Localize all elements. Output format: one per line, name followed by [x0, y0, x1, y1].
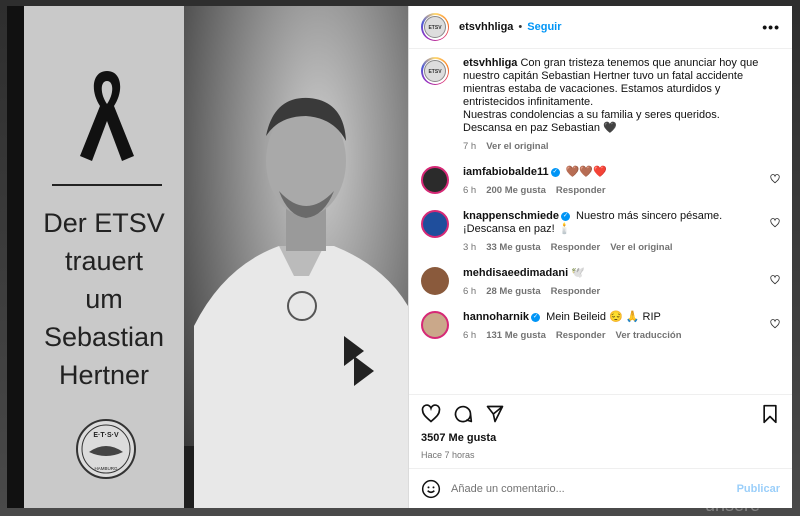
comment-item: hannoharnik ✓ Mein Beileid 😔 🙏 RIP 6 h 13… — [421, 311, 780, 341]
post-caption: ETSV etsvhhliga Con gran tristeza tenemo… — [421, 57, 780, 152]
banner-text: Der ETSV trauert um Sebastian Hertner — [43, 208, 165, 390]
comment-text: 🤎🤎❤️ — [565, 166, 607, 178]
comment-time[interactable]: 6 h — [463, 286, 476, 297]
post-image[interactable]: Der ETSV trauert um Sebastian Hertner E·… — [7, 6, 408, 508]
caption-avatar[interactable]: ETSV — [421, 57, 449, 85]
comment-time[interactable]: 6 h — [463, 185, 476, 196]
verified-badge-icon: ✓ — [550, 167, 560, 177]
publish-button[interactable]: Publicar — [737, 483, 780, 495]
comment-avatar[interactable] — [421, 311, 449, 339]
post-panel: ETSV etsvhhliga • Seguir ••• ETSV etsvhh… — [408, 6, 792, 508]
post-likes[interactable]: 3507 Me gusta — [409, 432, 792, 446]
comment-username[interactable]: mehdisaeedimadani — [463, 267, 568, 279]
see-translation-link[interactable]: Ver traducción — [616, 330, 682, 341]
comment-time[interactable]: 3 h — [463, 242, 476, 253]
see-original-link[interactable]: Ver el original — [610, 242, 672, 253]
reply-button[interactable]: Responder — [551, 242, 601, 253]
svg-text:E·T·S·V: E·T·S·V — [93, 432, 119, 439]
see-original-link[interactable]: Ver el original — [486, 141, 548, 152]
post-header: ETSV etsvhhliga • Seguir ••• — [409, 6, 792, 49]
like-comment-icon[interactable] — [770, 319, 780, 329]
comment-likes[interactable]: 33 Me gusta — [486, 242, 540, 253]
comment-icon[interactable] — [453, 404, 473, 424]
more-options-icon[interactable]: ••• — [762, 19, 780, 35]
reply-button[interactable]: Responder — [551, 286, 601, 297]
caption-text-2: Nuestras condolencias a su familia y ser… — [463, 109, 720, 134]
club-logo-icon: E·T·S·V HAMBURG — [76, 419, 136, 479]
comment-username[interactable]: knappenschmiede — [463, 210, 559, 222]
comment-avatar[interactable] — [421, 166, 449, 194]
comment-item: mehdisaeedimadani 🕊️ 6 h 28 Me gusta Res… — [421, 267, 780, 297]
reply-button[interactable]: Responder — [556, 185, 606, 196]
caption-time[interactable]: 7 h — [463, 141, 476, 152]
comment-likes[interactable]: 200 Me gusta — [486, 185, 546, 196]
bookmark-icon[interactable] — [760, 404, 780, 424]
comment-avatar[interactable] — [421, 210, 449, 238]
comment-text: Mein Beileid 😔 🙏 RIP — [546, 311, 661, 323]
verified-badge-icon: ✓ — [560, 211, 570, 221]
like-comment-icon[interactable] — [770, 174, 780, 184]
reply-button[interactable]: Responder — [556, 330, 606, 341]
club-logo-icon: ETSV — [424, 60, 446, 82]
memorial-banner: Der ETSV trauert um Sebastian Hertner E·… — [24, 6, 184, 508]
caption-username[interactable]: etsvhhliga — [463, 57, 517, 69]
share-icon[interactable] — [485, 404, 505, 424]
like-comment-icon[interactable] — [770, 275, 780, 285]
comment-text: 🕊️ — [571, 267, 585, 279]
add-comment-bar: Publicar — [409, 468, 792, 508]
like-comment-icon[interactable] — [770, 218, 780, 228]
player-photo — [184, 6, 408, 508]
comment-avatar[interactable] — [421, 267, 449, 295]
svg-text:HAMBURG: HAMBURG — [94, 466, 118, 471]
like-icon[interactable] — [421, 403, 441, 424]
verified-badge-icon: ✓ — [531, 312, 541, 322]
comment-item: iamfabiobalde11 ✓ 🤎🤎❤️ 6 h 200 Me gusta R… — [421, 166, 780, 196]
author-avatar[interactable]: ETSV — [421, 13, 449, 41]
comment-likes[interactable]: 131 Me gusta — [486, 330, 546, 341]
post-modal: Der ETSV trauert um Sebastian Hertner E·… — [7, 6, 792, 508]
banner-divider — [52, 184, 162, 186]
club-logo-icon: ETSV — [424, 16, 446, 38]
comment-item: knappenschmiede ✓ Nuestro más sincero pés… — [421, 210, 780, 253]
author-username[interactable]: etsvhhliga — [459, 21, 513, 33]
comment-username[interactable]: hannoharnik — [463, 311, 529, 323]
mourning-ribbon-icon — [80, 71, 134, 161]
separator-dot: • — [518, 21, 523, 33]
comment-username[interactable]: iamfabiobalde11 — [463, 166, 549, 178]
post-time: Hace 7 horas — [421, 450, 475, 460]
post-actions — [409, 394, 792, 432]
comments-list[interactable]: ETSV etsvhhliga Con gran tristeza tenemo… — [409, 49, 792, 394]
comment-likes[interactable]: 28 Me gusta — [486, 286, 540, 297]
follow-button[interactable]: Seguir — [527, 21, 561, 33]
emoji-icon[interactable] — [421, 479, 441, 499]
comment-input[interactable] — [451, 482, 737, 495]
comment-time[interactable]: 6 h — [463, 330, 476, 341]
